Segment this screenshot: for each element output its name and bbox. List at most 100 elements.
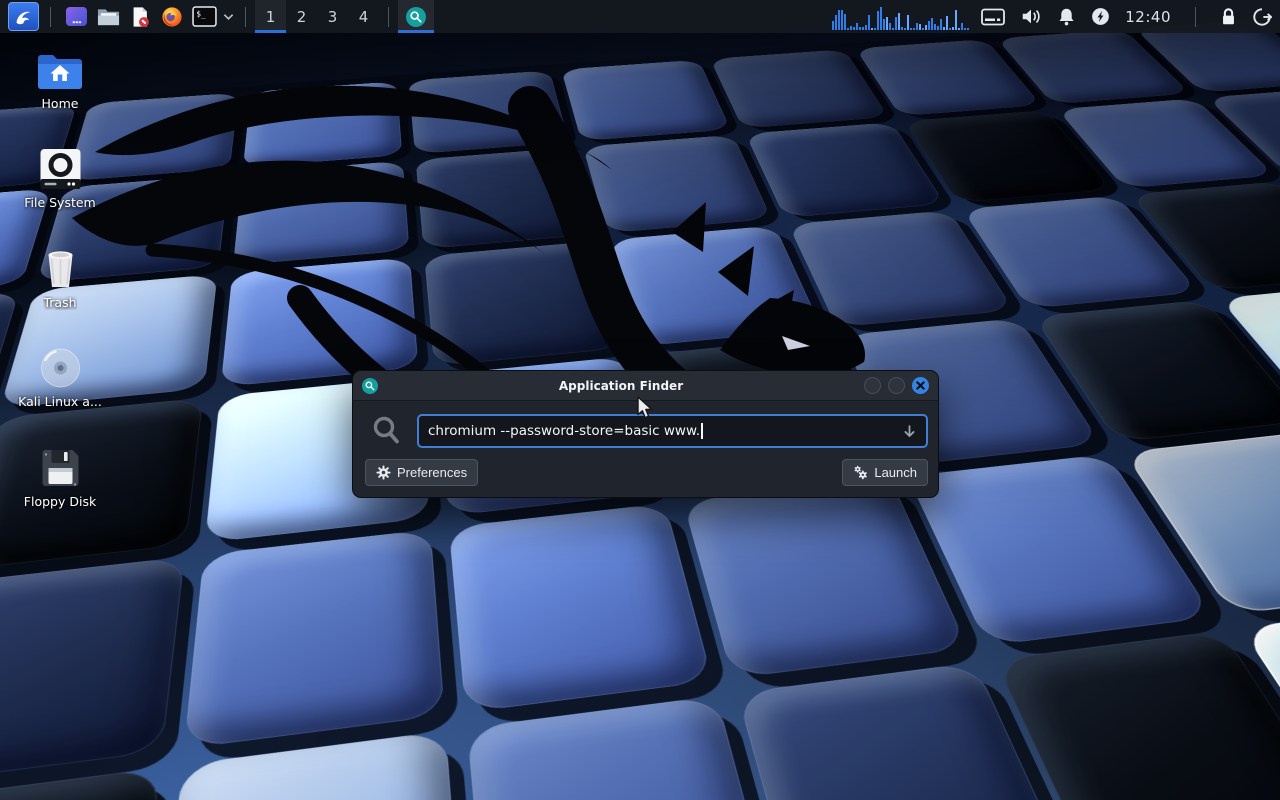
visualizer-bar xyxy=(952,27,954,30)
visualizer-bar xyxy=(859,27,861,30)
panel-separator xyxy=(245,7,246,27)
kali-menu-button[interactable] xyxy=(8,2,39,31)
panel-separator xyxy=(1195,7,1196,27)
cd-disc-icon xyxy=(38,346,83,390)
visualizer-bar xyxy=(862,27,864,30)
command-input[interactable]: chromium --password-store=basic www. xyxy=(417,414,928,448)
visualizer-bar xyxy=(955,10,957,30)
visualizer-bar xyxy=(883,19,885,30)
floppy-disk-icon xyxy=(38,446,83,490)
lock-icon xyxy=(1220,7,1237,27)
minimize-button[interactable] xyxy=(864,377,881,394)
application-finder-search-icon xyxy=(362,378,378,394)
file-manager-icon xyxy=(97,7,120,27)
visualizer-bar xyxy=(949,28,951,30)
search-icon xyxy=(371,415,401,447)
trash-basket-icon xyxy=(38,247,83,291)
visualizer-bar xyxy=(916,23,918,30)
terminal-icon: $_ xyxy=(192,6,217,27)
audio-visualizer xyxy=(828,4,964,30)
desktop-item-home[interactable]: Home xyxy=(5,52,115,111)
workspace-label: 4 xyxy=(359,8,369,26)
firefox-icon xyxy=(161,6,183,28)
launch-button[interactable]: Launch xyxy=(842,459,928,486)
volume-icon xyxy=(1020,7,1042,26)
launch-label: Launch xyxy=(874,465,917,480)
visualizer-bar xyxy=(895,17,897,30)
window-app-icon xyxy=(65,6,88,27)
visualizer-bar xyxy=(922,28,924,30)
workspace-button-1[interactable]: 1 xyxy=(255,0,286,33)
visualizer-bar xyxy=(835,15,837,30)
text-caret xyxy=(701,423,703,439)
power-manager-indicator[interactable] xyxy=(1091,7,1110,26)
display-indicator[interactable] xyxy=(981,8,1005,26)
notifications-indicator[interactable] xyxy=(1057,7,1076,26)
panel-right: 12:40 xyxy=(828,0,1272,33)
gear-icon xyxy=(376,465,391,480)
mouse-cursor xyxy=(637,396,654,420)
close-icon xyxy=(916,381,925,390)
kali-logo-icon xyxy=(13,6,34,27)
visualizer-bar xyxy=(925,25,927,30)
visualizer-bar xyxy=(961,23,963,30)
workspace-label: 3 xyxy=(328,8,338,26)
visualizer-bar xyxy=(919,24,921,30)
launcher-window-app[interactable] xyxy=(60,0,92,33)
desktop-item-kali-linux[interactable]: Kali Linux a... xyxy=(5,346,115,409)
workspace-button-4[interactable]: 4 xyxy=(348,0,379,33)
lock-screen-button[interactable] xyxy=(1220,7,1237,27)
desktop-item-label: File System xyxy=(24,196,96,210)
application-finder-search-icon xyxy=(406,7,426,27)
volume-indicator[interactable] xyxy=(1020,7,1042,26)
visualizer-bar xyxy=(874,28,876,30)
bell-icon xyxy=(1057,7,1076,26)
desktop-item-file-system[interactable]: File System xyxy=(5,147,115,210)
visualizer-bar xyxy=(865,25,867,30)
visualizer-bar xyxy=(868,15,870,30)
visualizer-bar xyxy=(940,19,942,30)
command-input-value: chromium --password-store=basic www. xyxy=(428,423,700,439)
visualizer-bar xyxy=(889,23,891,30)
visualizer-bar xyxy=(946,16,948,30)
visualizer-bar xyxy=(844,14,846,30)
workspace-label: 2 xyxy=(297,8,307,26)
visualizer-bar xyxy=(838,10,840,30)
window-controls xyxy=(864,377,929,394)
preferences-label: Preferences xyxy=(397,465,467,480)
file-system-drive-icon xyxy=(38,147,83,191)
visualizer-bar xyxy=(937,26,939,30)
desktop-item-floppy-disk[interactable]: Floppy Disk xyxy=(5,446,115,509)
workspace-button-3[interactable]: 3 xyxy=(317,0,348,33)
visualizer-bar xyxy=(907,15,909,30)
terminal-glyph: $_ xyxy=(196,10,206,19)
launcher-file-manager[interactable] xyxy=(92,0,124,33)
visualizer-bar xyxy=(853,27,855,30)
log-out-icon xyxy=(1252,7,1272,27)
preferences-button[interactable]: Preferences xyxy=(365,459,478,486)
launcher-terminal[interactable]: $_ xyxy=(188,0,220,33)
down-arrow-icon[interactable] xyxy=(902,424,917,439)
terminal-dropdown-chevron[interactable] xyxy=(220,0,236,33)
close-button[interactable] xyxy=(912,377,929,394)
maximize-button[interactable] xyxy=(888,377,905,394)
visualizer-bar xyxy=(871,28,873,30)
workspace-button-2[interactable]: 2 xyxy=(286,0,317,33)
panel-separator xyxy=(388,7,389,27)
desktop-item-trash[interactable]: Trash xyxy=(5,247,115,310)
top-panel: $_ 1 2 3 4 xyxy=(0,0,1280,33)
taskbar-item-application-finder[interactable] xyxy=(398,0,434,33)
audio-visualizer-bars xyxy=(832,4,969,30)
launcher-text-editor[interactable] xyxy=(124,0,156,33)
panel-separator xyxy=(50,7,51,27)
desktop-item-label: Trash xyxy=(43,296,76,310)
visualizer-bar xyxy=(958,28,960,30)
log-out-button[interactable] xyxy=(1252,7,1272,27)
clock[interactable]: 12:40 xyxy=(1125,8,1171,26)
visualizer-bar xyxy=(898,13,900,30)
application-finder-window: Application Finder chromium --password- xyxy=(352,370,939,498)
launcher-firefox[interactable] xyxy=(156,0,188,33)
visualizer-bar xyxy=(904,28,906,30)
visualizer-bar xyxy=(931,18,933,30)
desktop-screen: $_ 1 2 3 4 xyxy=(0,0,1280,800)
